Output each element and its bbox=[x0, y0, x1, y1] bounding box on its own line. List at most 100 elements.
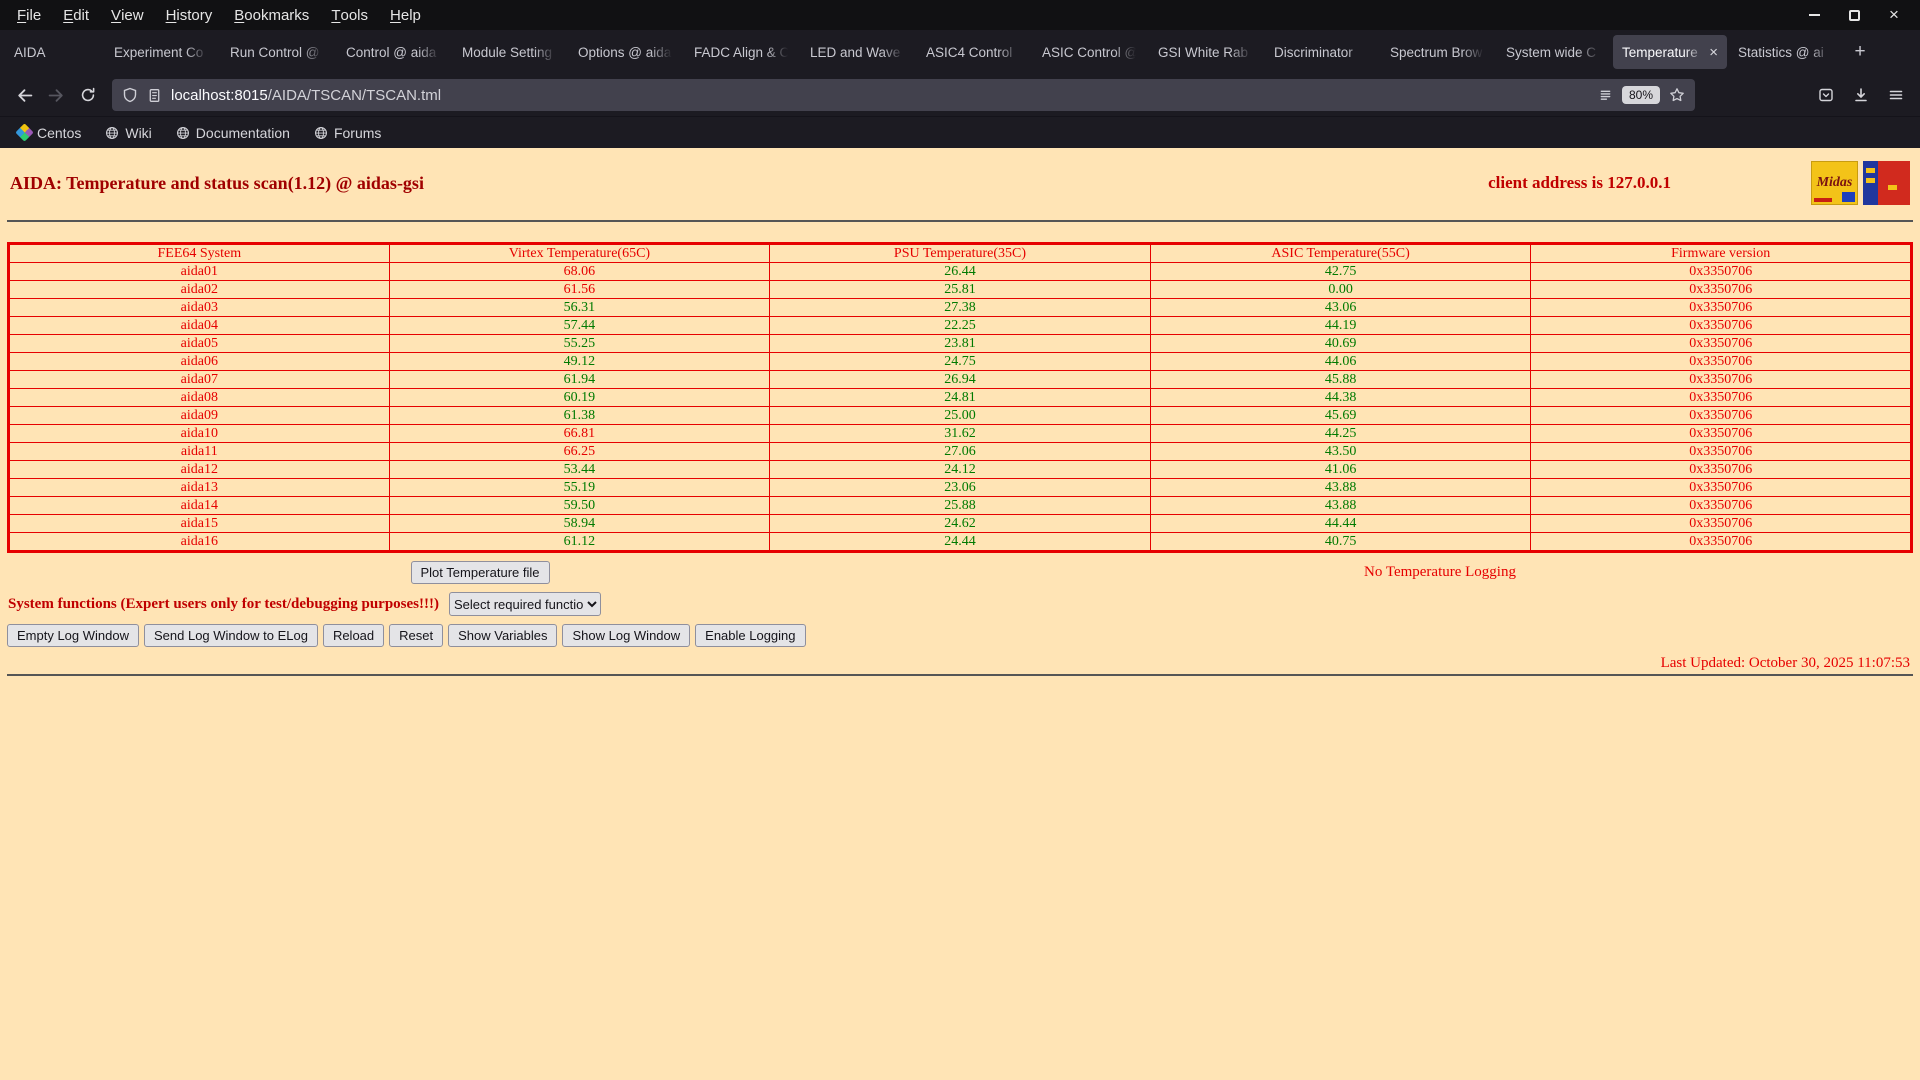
table-row: aida03 56.31 27.38 43.06 0x3350706 bbox=[8, 298, 1912, 317]
menu-item-bookmarks[interactable]: Bookmarks bbox=[223, 0, 320, 30]
tab-label: Control @ aida bbox=[346, 44, 437, 60]
extension-icon[interactable] bbox=[1810, 79, 1842, 111]
url-host: localhost:8015 bbox=[171, 86, 268, 104]
tab-led-and-wave[interactable]: LED and Wave bbox=[801, 35, 915, 69]
reset-button[interactable]: Reset bbox=[389, 624, 444, 647]
menu-item-view[interactable]: View bbox=[100, 0, 155, 30]
table-row: aida07 61.94 26.94 45.88 0x3350706 bbox=[8, 370, 1912, 389]
table-row: aida10 66.81 31.62 44.25 0x3350706 bbox=[8, 424, 1912, 443]
cell-virtex-temp: 61.12 bbox=[388, 532, 771, 552]
empty-log-window-button[interactable]: Empty Log Window bbox=[7, 624, 139, 647]
tab-close-icon[interactable]: × bbox=[1709, 44, 1718, 61]
cell-fee64-name: aida05 bbox=[8, 334, 390, 353]
new-tab-button[interactable]: + bbox=[1844, 35, 1876, 69]
tab-label: ASIC Control @ bbox=[1042, 44, 1138, 60]
tab-experiment-co[interactable]: Experiment Co bbox=[105, 35, 219, 69]
cell-firmware: 0x3350706 bbox=[1530, 406, 1912, 425]
column-header-fee64-system: FEE64 System bbox=[8, 243, 390, 263]
cell-asic-temp: 44.25 bbox=[1149, 424, 1532, 443]
tab-options-aida[interactable]: Options @ aida bbox=[569, 35, 683, 69]
tab-module-setting[interactable]: Module Setting bbox=[453, 35, 567, 69]
table-row: aida14 59.50 25.88 43.88 0x3350706 bbox=[8, 496, 1912, 515]
cell-psu-temp: 27.06 bbox=[769, 442, 1151, 461]
bookmark-star-icon[interactable] bbox=[1669, 87, 1685, 103]
page-info-icon[interactable] bbox=[147, 88, 162, 103]
tab-control-aida[interactable]: Control @ aida bbox=[337, 35, 451, 69]
cell-firmware: 0x3350706 bbox=[1530, 262, 1912, 281]
cell-psu-temp: 31.62 bbox=[769, 424, 1151, 443]
logging-status: No Temperature Logging bbox=[1364, 564, 1516, 580]
url-bar[interactable]: localhost:8015/AIDA/TSCAN/TSCAN.tml 80% bbox=[112, 79, 1695, 111]
menu-item-edit[interactable]: Edit bbox=[52, 0, 100, 30]
table-row: aida08 60.19 24.81 44.38 0x3350706 bbox=[8, 388, 1912, 407]
downloads-icon[interactable] bbox=[1845, 79, 1877, 111]
tab-spectrum-brow[interactable]: Spectrum Brow bbox=[1381, 35, 1495, 69]
cell-firmware: 0x3350706 bbox=[1530, 442, 1912, 461]
divider-bottom bbox=[7, 674, 1913, 676]
back-icon[interactable] bbox=[8, 79, 40, 111]
tab-label: System wide C bbox=[1506, 44, 1597, 60]
menu-item-tools[interactable]: Tools bbox=[320, 0, 379, 30]
url-text[interactable]: localhost:8015/AIDA/TSCAN/TSCAN.tml bbox=[171, 87, 1589, 104]
system-function-select[interactable]: Select required function bbox=[448, 592, 601, 616]
forward-icon[interactable] bbox=[40, 79, 72, 111]
tab-discriminator[interactable]: Discriminator bbox=[1265, 35, 1379, 69]
cell-virtex-temp: 49.12 bbox=[388, 352, 771, 371]
cell-firmware: 0x3350706 bbox=[1530, 532, 1912, 552]
reload-icon[interactable] bbox=[72, 79, 104, 111]
tab-strip: AIDA Experiment Co Run Control @ Control @ … bbox=[4, 35, 1844, 69]
cell-asic-temp: 43.50 bbox=[1149, 442, 1532, 461]
bookmark-label: Forums bbox=[333, 124, 382, 141]
cell-virtex-temp: 55.19 bbox=[388, 478, 771, 497]
menu-item-file[interactable]: File bbox=[6, 0, 52, 30]
cell-fee64-name: aida02 bbox=[8, 280, 390, 299]
globe-icon bbox=[176, 126, 190, 140]
cell-fee64-name: aida13 bbox=[8, 478, 390, 497]
tab-asic-control[interactable]: ASIC Control @ bbox=[1033, 35, 1147, 69]
maximize-icon[interactable] bbox=[1846, 7, 1862, 23]
show-variables-button[interactable]: Show Variables bbox=[448, 624, 558, 647]
shield-icon[interactable] bbox=[122, 87, 138, 103]
tab-label: Statistics @ ai bbox=[1738, 44, 1824, 60]
tab-statistics-ai[interactable]: Statistics @ ai bbox=[1729, 35, 1843, 69]
cell-firmware: 0x3350706 bbox=[1530, 316, 1912, 335]
cell-psu-temp: 24.12 bbox=[769, 460, 1151, 479]
menu-item-history[interactable]: History bbox=[155, 0, 224, 30]
cell-virtex-temp: 61.94 bbox=[388, 370, 771, 389]
table-row: aida01 68.06 26.44 42.75 0x3350706 bbox=[8, 262, 1912, 281]
cell-virtex-temp: 59.50 bbox=[388, 496, 771, 515]
cell-fee64-name: aida11 bbox=[8, 442, 390, 461]
enable-logging-button[interactable]: Enable Logging bbox=[695, 624, 806, 647]
cell-firmware: 0x3350706 bbox=[1530, 280, 1912, 299]
bookmark-documentation[interactable]: Documentation bbox=[168, 123, 298, 143]
plot-temperature-button[interactable]: Plot Temperature file bbox=[410, 561, 550, 584]
tab-fadc-align-c[interactable]: FADC Align & C bbox=[685, 35, 799, 69]
table-row: aida09 61.38 25.00 45.69 0x3350706 bbox=[8, 406, 1912, 425]
cell-asic-temp: 44.06 bbox=[1149, 352, 1532, 371]
reload-button[interactable]: Reload bbox=[322, 624, 385, 647]
cell-psu-temp: 25.81 bbox=[769, 280, 1151, 299]
close-icon[interactable]: × bbox=[1886, 5, 1902, 24]
tab-gsi-white-rab[interactable]: GSI White Rab bbox=[1149, 35, 1263, 69]
minimize-icon[interactable] bbox=[1806, 7, 1822, 23]
tab-run-control[interactable]: Run Control @ bbox=[221, 35, 335, 69]
tab-label: Discriminator bbox=[1274, 44, 1353, 60]
bookmark-forums[interactable]: Forums bbox=[306, 123, 389, 143]
send-log-window-to-elog-button[interactable]: Send Log Window to ELog bbox=[144, 624, 318, 647]
tab-label: GSI White Rab bbox=[1158, 44, 1249, 60]
tab-temperature[interactable]: Temperature × bbox=[1613, 35, 1727, 69]
bookmark-centos[interactable]: Centos bbox=[10, 123, 89, 143]
tab-aida[interactable]: AIDA bbox=[5, 35, 103, 69]
cell-psu-temp: 24.62 bbox=[769, 514, 1151, 533]
tab-label: Temperature bbox=[1622, 44, 1698, 60]
zoom-level-badge[interactable]: 80% bbox=[1621, 86, 1660, 104]
menu-hamburger-icon[interactable] bbox=[1880, 79, 1912, 111]
show-log-window-button[interactable]: Show Log Window bbox=[562, 624, 691, 647]
reader-mode-icon[interactable] bbox=[1598, 88, 1613, 103]
tab-asic4-control[interactable]: ASIC4 Control bbox=[917, 35, 1031, 69]
tab-system-wide-c[interactable]: System wide C bbox=[1497, 35, 1611, 69]
cell-firmware: 0x3350706 bbox=[1530, 334, 1912, 353]
menu-item-help[interactable]: Help bbox=[379, 0, 432, 30]
cell-fee64-name: aida14 bbox=[8, 496, 390, 515]
bookmark-wiki[interactable]: Wiki bbox=[97, 123, 159, 143]
